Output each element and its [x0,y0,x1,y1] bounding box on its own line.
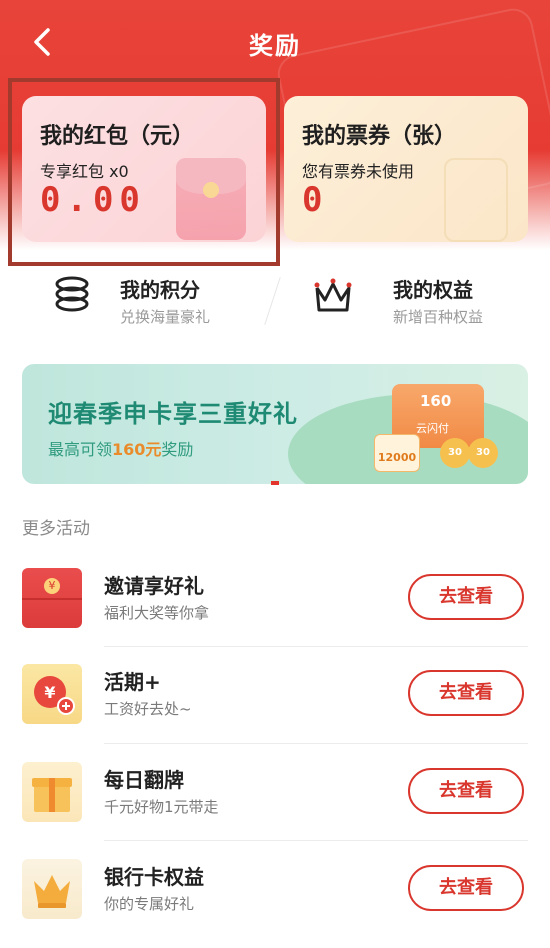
page-title: 奖励 [249,32,301,60]
crown-svg [34,875,70,908]
activity-row: 银行卡权益 你的专属好礼 去查看 [0,847,550,943]
gift-box-svg [32,778,72,812]
banner-coin-2: 30 [468,438,498,468]
banner-sub-prefix: 最高可领 [48,440,113,459]
banner-brand: 云闪付 [416,422,449,435]
my-rights-desc: 新增百种权益 [393,308,484,326]
activity-desc: 福利大奖等你拿 [104,604,210,622]
ticket-count: 0 [302,180,326,220]
banner-sub-suffix: 奖励 [161,440,194,459]
ticket-icon [444,158,508,242]
activity-desc: 千元好物1元带走 [104,798,219,816]
activity-title: 每日翻牌 [104,768,184,792]
highlight-box [8,78,280,266]
divider [104,646,528,647]
view-button[interactable]: 去查看 [408,865,524,911]
ticket-card[interactable]: 我的票券（张） 您有票券未使用 0 [284,96,528,242]
banner-coupon: 12000 [374,434,420,472]
banner-pagination [0,470,550,489]
crown-icon [314,278,352,312]
activity-row: 每日翻牌 千元好物1元带走 去查看 [0,750,550,846]
ticket-title: 我的票券（张） [302,124,457,149]
yuan-coin-svg: ¥ [34,676,75,715]
activity-title: 邀请享好礼 [104,574,204,598]
quick-divider [264,277,281,325]
view-button[interactable]: 去查看 [408,768,524,814]
view-button[interactable]: 去查看 [408,574,524,620]
my-rights-link[interactable]: 我的权益 新增百种权益 [305,268,520,332]
banner-coin-1: 30 [440,438,470,468]
crown-icon [22,859,82,919]
gift-box-icon [22,762,82,822]
section-title: 更多活动 [22,519,90,539]
my-rights-label: 我的权益 [393,278,473,302]
svg-text:¥: ¥ [44,683,55,702]
banner-title: 迎春季申卡享三重好礼 [48,400,298,428]
my-points-label: 我的积分 [120,278,200,302]
promo-banner[interactable]: 迎春季申卡享三重好礼 最高可领160元奖励 160 云闪付 12000 30 3… [22,364,528,484]
divider [104,840,528,841]
activity-desc: 你的专属好礼 [104,895,195,913]
activity-title: 活期+ [104,670,161,694]
activity-row: ¥ 活期+ 工资好去处~ 去查看 [0,652,550,748]
red-envelope-icon [22,568,82,628]
ticket-status: 您有票券未使用 [302,162,415,181]
banner-subtitle: 最高可领160元奖励 [48,436,193,460]
my-points-link[interactable]: 我的积分 兑换海量豪礼 [50,268,260,332]
banner-dot-active [271,481,279,485]
activity-title: 银行卡权益 [104,865,204,889]
activity-row: 邀请享好礼 福利大奖等你拿 去查看 [0,556,550,652]
view-button[interactable]: 去查看 [408,670,524,716]
banner-box-amount: 160 [420,392,452,410]
yuan-coin-plus-icon: ¥ [22,664,82,724]
divider [104,743,528,744]
my-points-desc: 兑换海量豪礼 [120,308,211,326]
coin-stack-icon [55,276,89,312]
activity-desc: 工资好去处~ [104,700,192,718]
banner-sub-amount: 160元 [112,440,162,459]
